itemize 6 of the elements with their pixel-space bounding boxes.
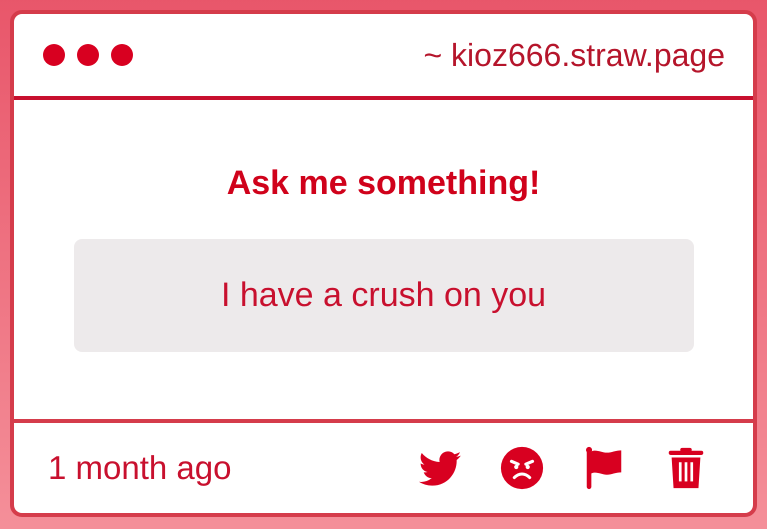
timestamp: 1 month ago (48, 449, 232, 487)
angry-face-icon[interactable] (499, 445, 545, 491)
page-url: ~ kioz666.straw.page (423, 36, 725, 74)
window-dots-icon (42, 43, 134, 67)
prompt-heading: Ask me something! (226, 164, 540, 203)
message-bubble: I have a crush on you (74, 239, 694, 352)
